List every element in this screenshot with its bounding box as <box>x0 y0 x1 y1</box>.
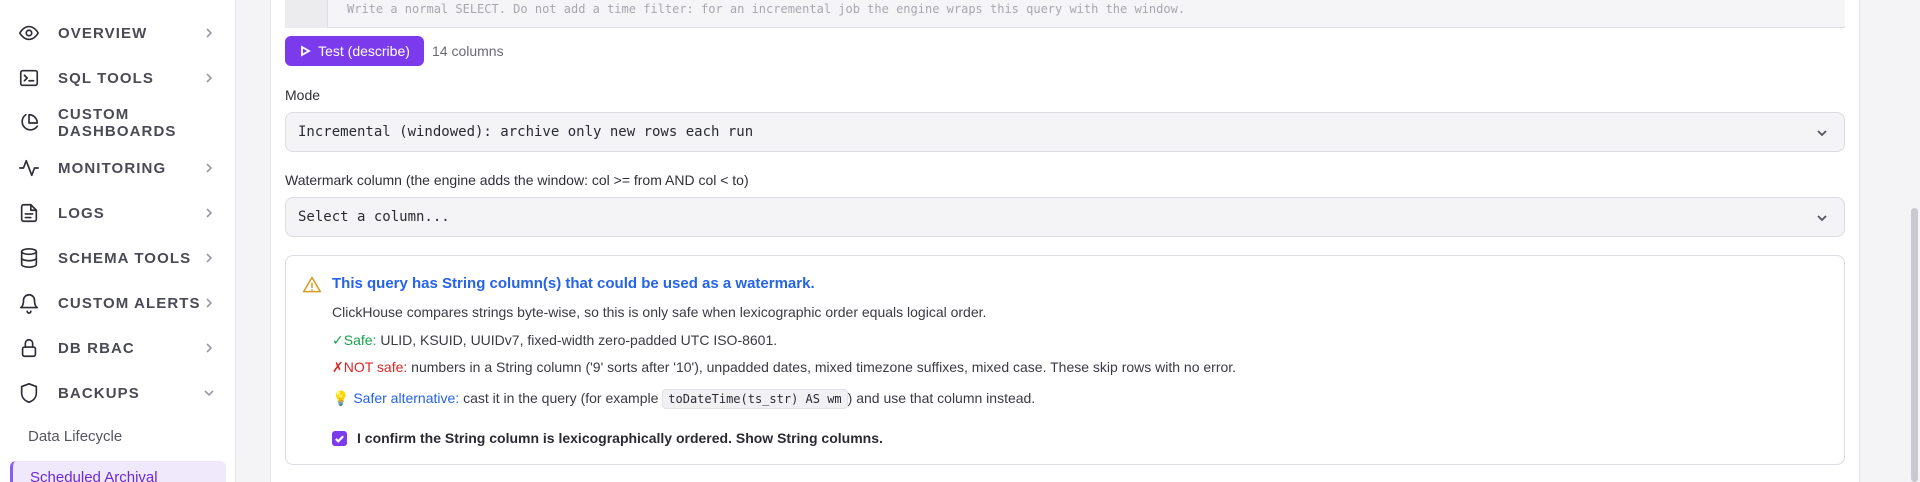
watermark-label: Watermark column (the engine adds the wi… <box>285 172 749 188</box>
safer-alternative-text-end: ) and use that column instead. <box>847 390 1036 406</box>
shield-icon <box>18 382 40 404</box>
chevron-down-icon <box>1814 125 1830 141</box>
code-snippet: toDateTime(ts_str) AS wm <box>662 389 848 409</box>
page-scrollbar-thumb[interactable] <box>1911 208 1918 482</box>
watermark-column-select[interactable]: Select a column... <box>285 197 1845 237</box>
terminal-icon <box>18 67 40 89</box>
editor-gutter <box>285 0 328 28</box>
sidebar-item-label: CUSTOM ALERTS <box>58 294 201 312</box>
sidebar-subitem-scheduled-archival[interactable]: Scheduled Archival <box>10 461 226 482</box>
lock-icon <box>18 337 40 359</box>
test-button-label: Test (describe) <box>318 43 410 59</box>
chevron-right-icon <box>202 251 216 265</box>
sidebar-subitem-data-lifecycle[interactable]: Data Lifecycle <box>10 420 226 452</box>
sidebar-item-monitoring[interactable]: MONITORING <box>0 148 236 188</box>
safe-label: Safe: <box>343 332 377 348</box>
chevron-right-icon <box>202 341 216 355</box>
checkbox-checked-icon[interactable] <box>332 430 347 446</box>
sidebar-item-label: SQL TOOLS <box>58 69 155 87</box>
sidebar-subitem-label: Data Lifecycle <box>28 427 123 445</box>
warning-intro: ClickHouse compares strings byte-wise, s… <box>332 304 987 320</box>
confirm-label: I confirm the String column is lexicogra… <box>357 430 883 446</box>
safer-alternative-line: 💡 Safer alternative: cast it in the quer… <box>332 389 1036 409</box>
sidebar-item-label: DB RBAC <box>58 339 135 357</box>
sidebar-item-custom-alerts[interactable]: CUSTOM ALERTS <box>0 283 236 323</box>
sidebar-item-label: MONITORING <box>58 159 167 177</box>
safe-line: ✓Safe: ULID, KSUID, UUIDv7, fixed-width … <box>332 332 777 349</box>
sidebar-item-label: CUSTOM DASHBOARDS <box>58 106 177 140</box>
file-text-icon <box>18 202 40 224</box>
sidebar-item-sql-tools[interactable]: SQL TOOLS <box>0 58 236 98</box>
activity-icon <box>18 157 40 179</box>
mode-label: Mode <box>285 87 321 103</box>
warning-title: This query has String column(s) that cou… <box>332 275 815 292</box>
sidebar-item-label: LOGS <box>58 204 105 222</box>
lightbulb-icon: 💡 <box>332 390 350 406</box>
not-safe-text: numbers in a String column ('9' sorts af… <box>411 359 1237 375</box>
sidebar-item-logs[interactable]: LOGS <box>0 193 236 233</box>
column-count: 14 columns <box>432 43 504 59</box>
check-mark-icon: ✓ <box>332 332 344 348</box>
sidebar-item-backups[interactable]: BACKUPS <box>0 373 236 413</box>
test-describe-button[interactable]: Test (describe) <box>285 36 424 66</box>
not-safe-label: NOT safe: <box>343 359 408 375</box>
chevron-right-icon <box>202 71 216 85</box>
mode-select-value: Incremental (windowed): archive only new… <box>298 124 754 140</box>
editor-placeholder: Write a normal SELECT. Do not add a time… <box>347 2 1186 16</box>
play-icon <box>301 45 311 57</box>
not-safe-line: ✗NOT safe: numbers in a String column ('… <box>332 359 1236 376</box>
sidebar-item-custom-dashboards[interactable]: CUSTOM DASHBOARDS <box>0 103 236 143</box>
cross-mark-icon: ✗ <box>332 359 344 375</box>
sidebar-subitem-label: Scheduled Archival <box>30 468 158 482</box>
chevron-right-icon <box>202 26 216 40</box>
sidebar-item-overview[interactable]: OVERVIEW <box>0 13 236 53</box>
warning-triangle-icon <box>302 275 322 295</box>
safe-text: ULID, KSUID, UUIDv7, fixed-width zero-pa… <box>380 332 778 348</box>
safer-alternative-text: cast it in the query (for example <box>463 390 659 406</box>
confirm-lexicographic-checkbox[interactable]: I confirm the String column is lexicogra… <box>332 430 883 446</box>
string-watermark-warning: This query has String column(s) that cou… <box>285 255 1845 465</box>
sidebar: OVERVIEW SQL TOOLS CUSTOM DASHBOARDS MON… <box>0 0 236 482</box>
safer-alternative-label: Safer alternative: <box>353 390 460 406</box>
chevron-right-icon <box>202 206 216 220</box>
eye-icon <box>18 22 40 44</box>
sidebar-item-label: OVERVIEW <box>58 24 148 42</box>
chevron-right-icon <box>202 296 216 310</box>
mode-select[interactable]: Incremental (windowed): archive only new… <box>285 112 1845 152</box>
watermark-select-placeholder: Select a column... <box>298 209 450 225</box>
bell-icon <box>18 292 40 314</box>
chevron-down-icon <box>1814 210 1830 226</box>
chevron-down-icon <box>202 386 216 400</box>
pie-chart-icon <box>18 112 40 134</box>
sidebar-item-label: SCHEMA TOOLS <box>58 249 192 267</box>
sql-editor[interactable]: Write a normal SELECT. Do not add a time… <box>285 0 1845 28</box>
sidebar-item-db-rbac[interactable]: DB RBAC <box>0 328 236 368</box>
database-icon <box>18 247 40 269</box>
sidebar-item-schema-tools[interactable]: SCHEMA TOOLS <box>0 238 236 278</box>
sidebar-item-label: BACKUPS <box>58 384 140 402</box>
chevron-right-icon <box>202 161 216 175</box>
